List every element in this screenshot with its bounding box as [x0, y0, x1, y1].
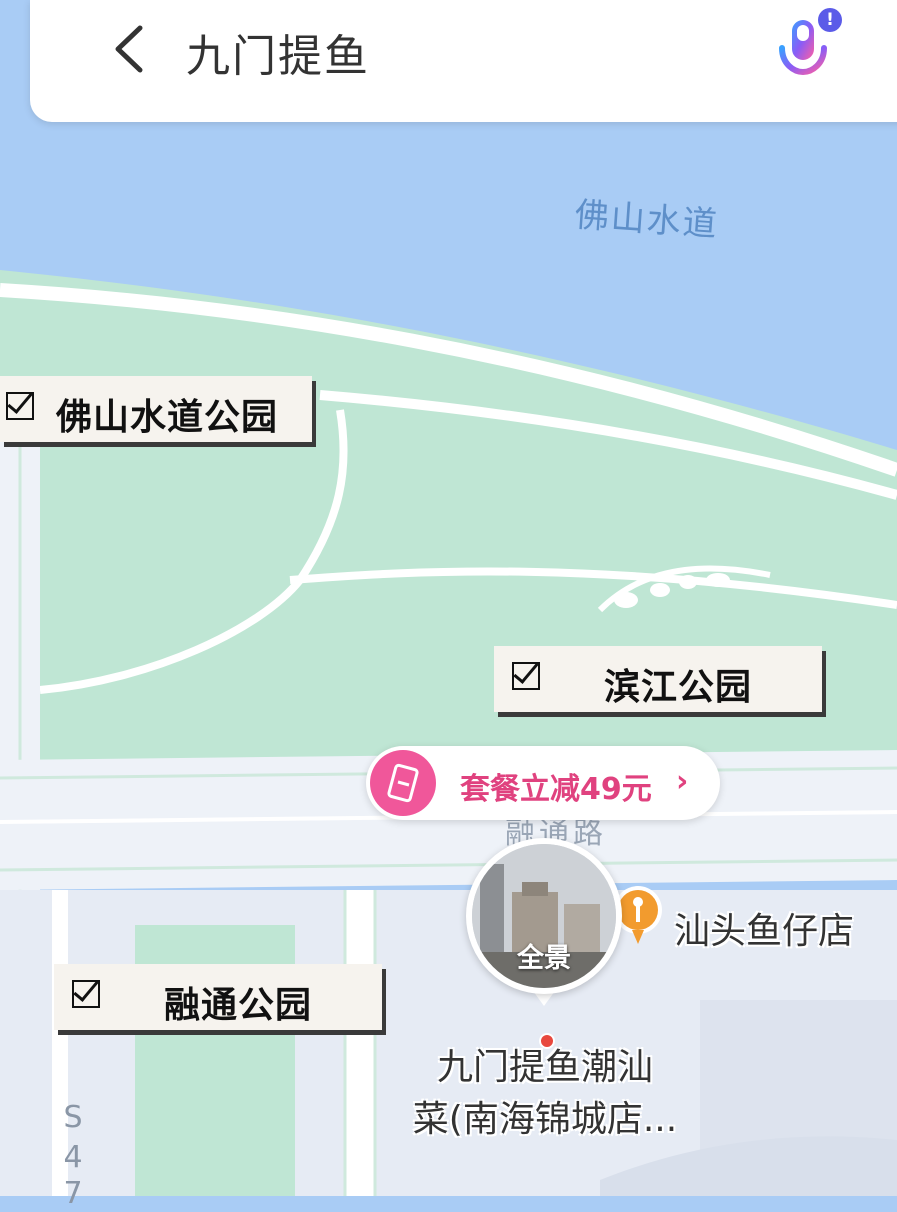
poi-name[interactable]: 九门提鱼潮汕 菜(南海锦城店... — [395, 1042, 695, 1146]
park-label: 佛山水道公园 — [56, 397, 279, 438]
park-card[interactable]: 佛山水道公园 — [0, 376, 312, 442]
road-number-char: S — [63, 1100, 83, 1135]
panorama-label: 全景 — [517, 943, 571, 974]
park-card[interactable]: 融通公园 — [54, 964, 382, 1030]
park-label: 滨江公园 — [604, 667, 753, 708]
deal-pill[interactable]: 套餐立减49元 › — [366, 746, 720, 820]
poi-name-line: 九门提鱼潮汕 — [436, 1047, 653, 1088]
poi-name-line: 菜(南海锦城店... — [412, 1099, 678, 1140]
river-label: 佛山水道 — [573, 195, 720, 245]
park-card[interactable]: 滨江公园 — [494, 646, 822, 712]
shop-name[interactable]: 汕头鱼仔店 — [674, 902, 854, 954]
checkbox-icon[interactable] — [6, 392, 34, 420]
road-number-char: 4 — [63, 1140, 83, 1175]
checkbox-icon[interactable] — [512, 662, 540, 690]
checkbox-icon[interactable] — [72, 980, 100, 1008]
back-button[interactable] — [100, 18, 160, 78]
search-query[interactable]: 九门提鱼 — [186, 20, 370, 84]
deal-text: 套餐立减49元 — [460, 772, 652, 807]
panorama-photo: 全景 — [472, 844, 616, 988]
chevron-right-icon: › — [676, 764, 689, 799]
chevron-left-icon — [115, 25, 143, 73]
panorama-bubble[interactable]: 全景 — [466, 838, 622, 994]
road-number-char: 7 — [63, 1176, 83, 1211]
alert-badge-icon: ! — [818, 8, 842, 32]
ticket-icon — [370, 750, 436, 816]
park-label: 融通公园 — [164, 985, 313, 1026]
search-bar: 九门提鱼 ! — [30, 0, 897, 122]
